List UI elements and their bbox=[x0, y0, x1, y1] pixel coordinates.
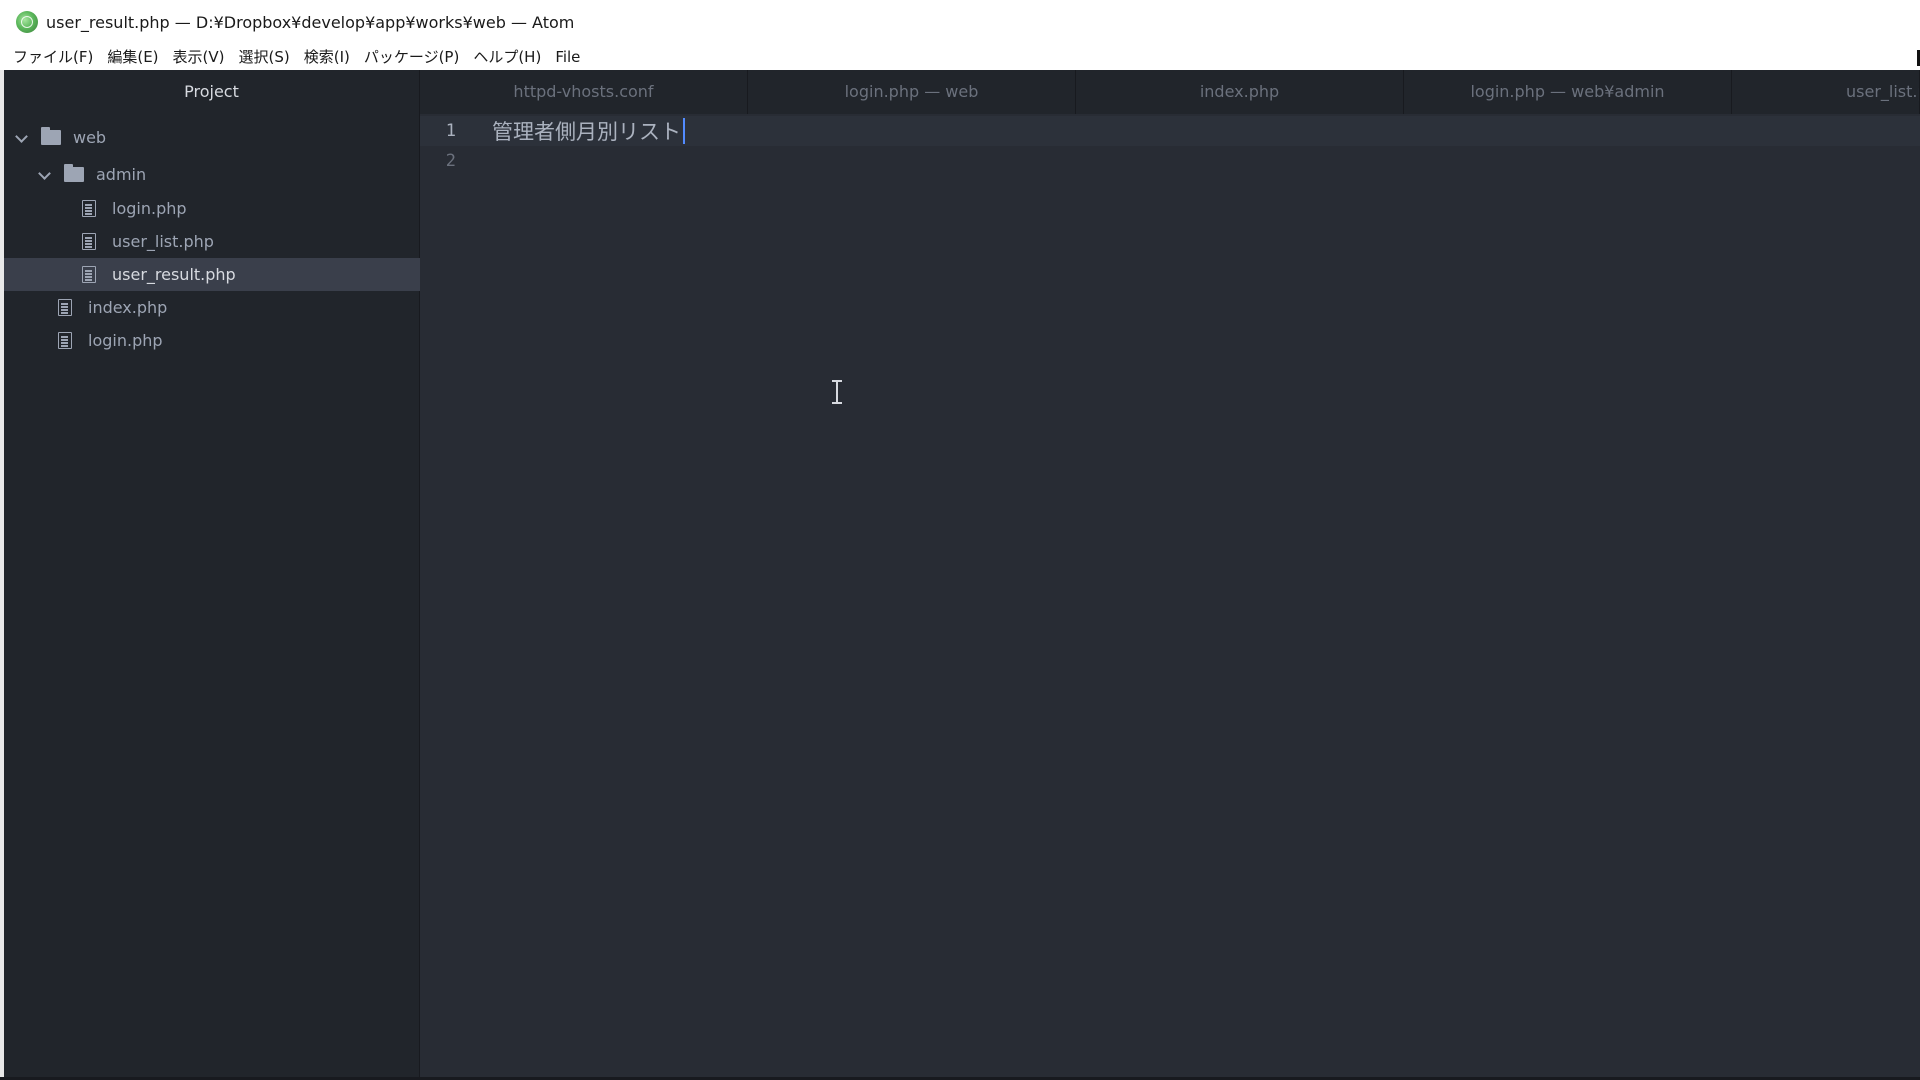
tab-httpd-vhosts[interactable]: httpd-vhosts.conf bbox=[420, 70, 748, 114]
atom-logo-icon bbox=[16, 11, 38, 33]
tree-item-label: login.php bbox=[88, 331, 163, 350]
tree-item-file-user-result[interactable]: user_result.php bbox=[4, 258, 420, 291]
tree-item-file-login-web[interactable]: login.php bbox=[4, 324, 420, 357]
tab-login-web[interactable]: login.php — web bbox=[748, 70, 1076, 114]
file-icon bbox=[82, 200, 96, 217]
tree-view-header[interactable]: Project bbox=[4, 70, 419, 114]
tree-item-label: admin bbox=[96, 165, 147, 184]
window-title: user_result.php — D:¥Dropbox¥develop¥app… bbox=[46, 12, 575, 32]
workspace: Project web admin login.php user_list.ph… bbox=[0, 70, 1920, 1080]
chevron-down-icon[interactable] bbox=[15, 132, 27, 144]
tree-item-label: index.php bbox=[88, 298, 168, 317]
menu-packages[interactable]: パッケージ(P) bbox=[359, 44, 468, 70]
menu-file-jp[interactable]: ファイル(F) bbox=[8, 44, 102, 70]
line-text[interactable]: 管理者側月別リスト bbox=[492, 116, 681, 146]
menu-view[interactable]: 表示(V) bbox=[168, 44, 234, 70]
tree-item-file-index[interactable]: index.php bbox=[4, 291, 420, 324]
file-icon bbox=[82, 233, 96, 250]
menu-selection[interactable]: 選択(S) bbox=[234, 44, 299, 70]
tree-item-label: user_list.php bbox=[112, 232, 214, 251]
editor-line[interactable]: 1 管理者側月別リスト bbox=[420, 116, 1920, 146]
tree-item-label: login.php bbox=[112, 199, 187, 218]
line-number: 1 bbox=[445, 121, 456, 141]
file-icon bbox=[58, 332, 72, 349]
editor-line[interactable]: 2 bbox=[420, 146, 1920, 176]
menu-help[interactable]: ヘルプ(H) bbox=[468, 44, 550, 70]
tree-view: Project web admin login.php user_list.ph… bbox=[4, 70, 420, 1080]
text-cursor bbox=[683, 118, 685, 144]
file-icon bbox=[58, 299, 72, 316]
tree-item-folder-web[interactable]: web bbox=[4, 121, 420, 154]
tree-item-label: web bbox=[73, 128, 107, 147]
atom-window: user_result.php — D:¥Dropbox¥develop¥app… bbox=[0, 0, 1920, 1080]
chevron-down-icon[interactable] bbox=[38, 169, 50, 181]
menu-bar: ファイル(F) 編集(E) 表示(V) 選択(S) 検索(I) パッケージ(P)… bbox=[0, 44, 1920, 70]
tab-index[interactable]: index.php bbox=[1076, 70, 1404, 114]
tab-login-web-admin[interactable]: login.php — web¥admin bbox=[1404, 70, 1732, 114]
tab-user-list[interactable]: user_list.p bbox=[1732, 70, 1920, 114]
file-icon bbox=[82, 266, 96, 283]
menu-file[interactable]: File bbox=[550, 44, 589, 70]
ibeam-cursor-icon bbox=[831, 380, 843, 406]
text-editor[interactable]: 1 管理者側月別リスト 2 bbox=[420, 114, 1920, 1080]
line-number: 2 bbox=[445, 151, 456, 171]
tree-item-file-user-list[interactable]: user_list.php bbox=[4, 225, 420, 258]
tab-bar: httpd-vhosts.conf login.php — web index.… bbox=[420, 70, 1920, 114]
tree-item-folder-admin[interactable]: admin bbox=[4, 158, 420, 191]
menu-edit[interactable]: 編集(E) bbox=[102, 44, 167, 70]
tree-item-file-login-admin[interactable]: login.php bbox=[4, 192, 420, 225]
tree-item-label: user_result.php bbox=[112, 265, 236, 284]
title-bar[interactable]: user_result.php — D:¥Dropbox¥develop¥app… bbox=[0, 0, 1920, 44]
menu-find[interactable]: 検索(I) bbox=[299, 44, 359, 70]
folder-icon bbox=[64, 164, 84, 182]
folder-icon bbox=[41, 127, 61, 145]
editor-area: httpd-vhosts.conf login.php — web index.… bbox=[420, 70, 1920, 1080]
